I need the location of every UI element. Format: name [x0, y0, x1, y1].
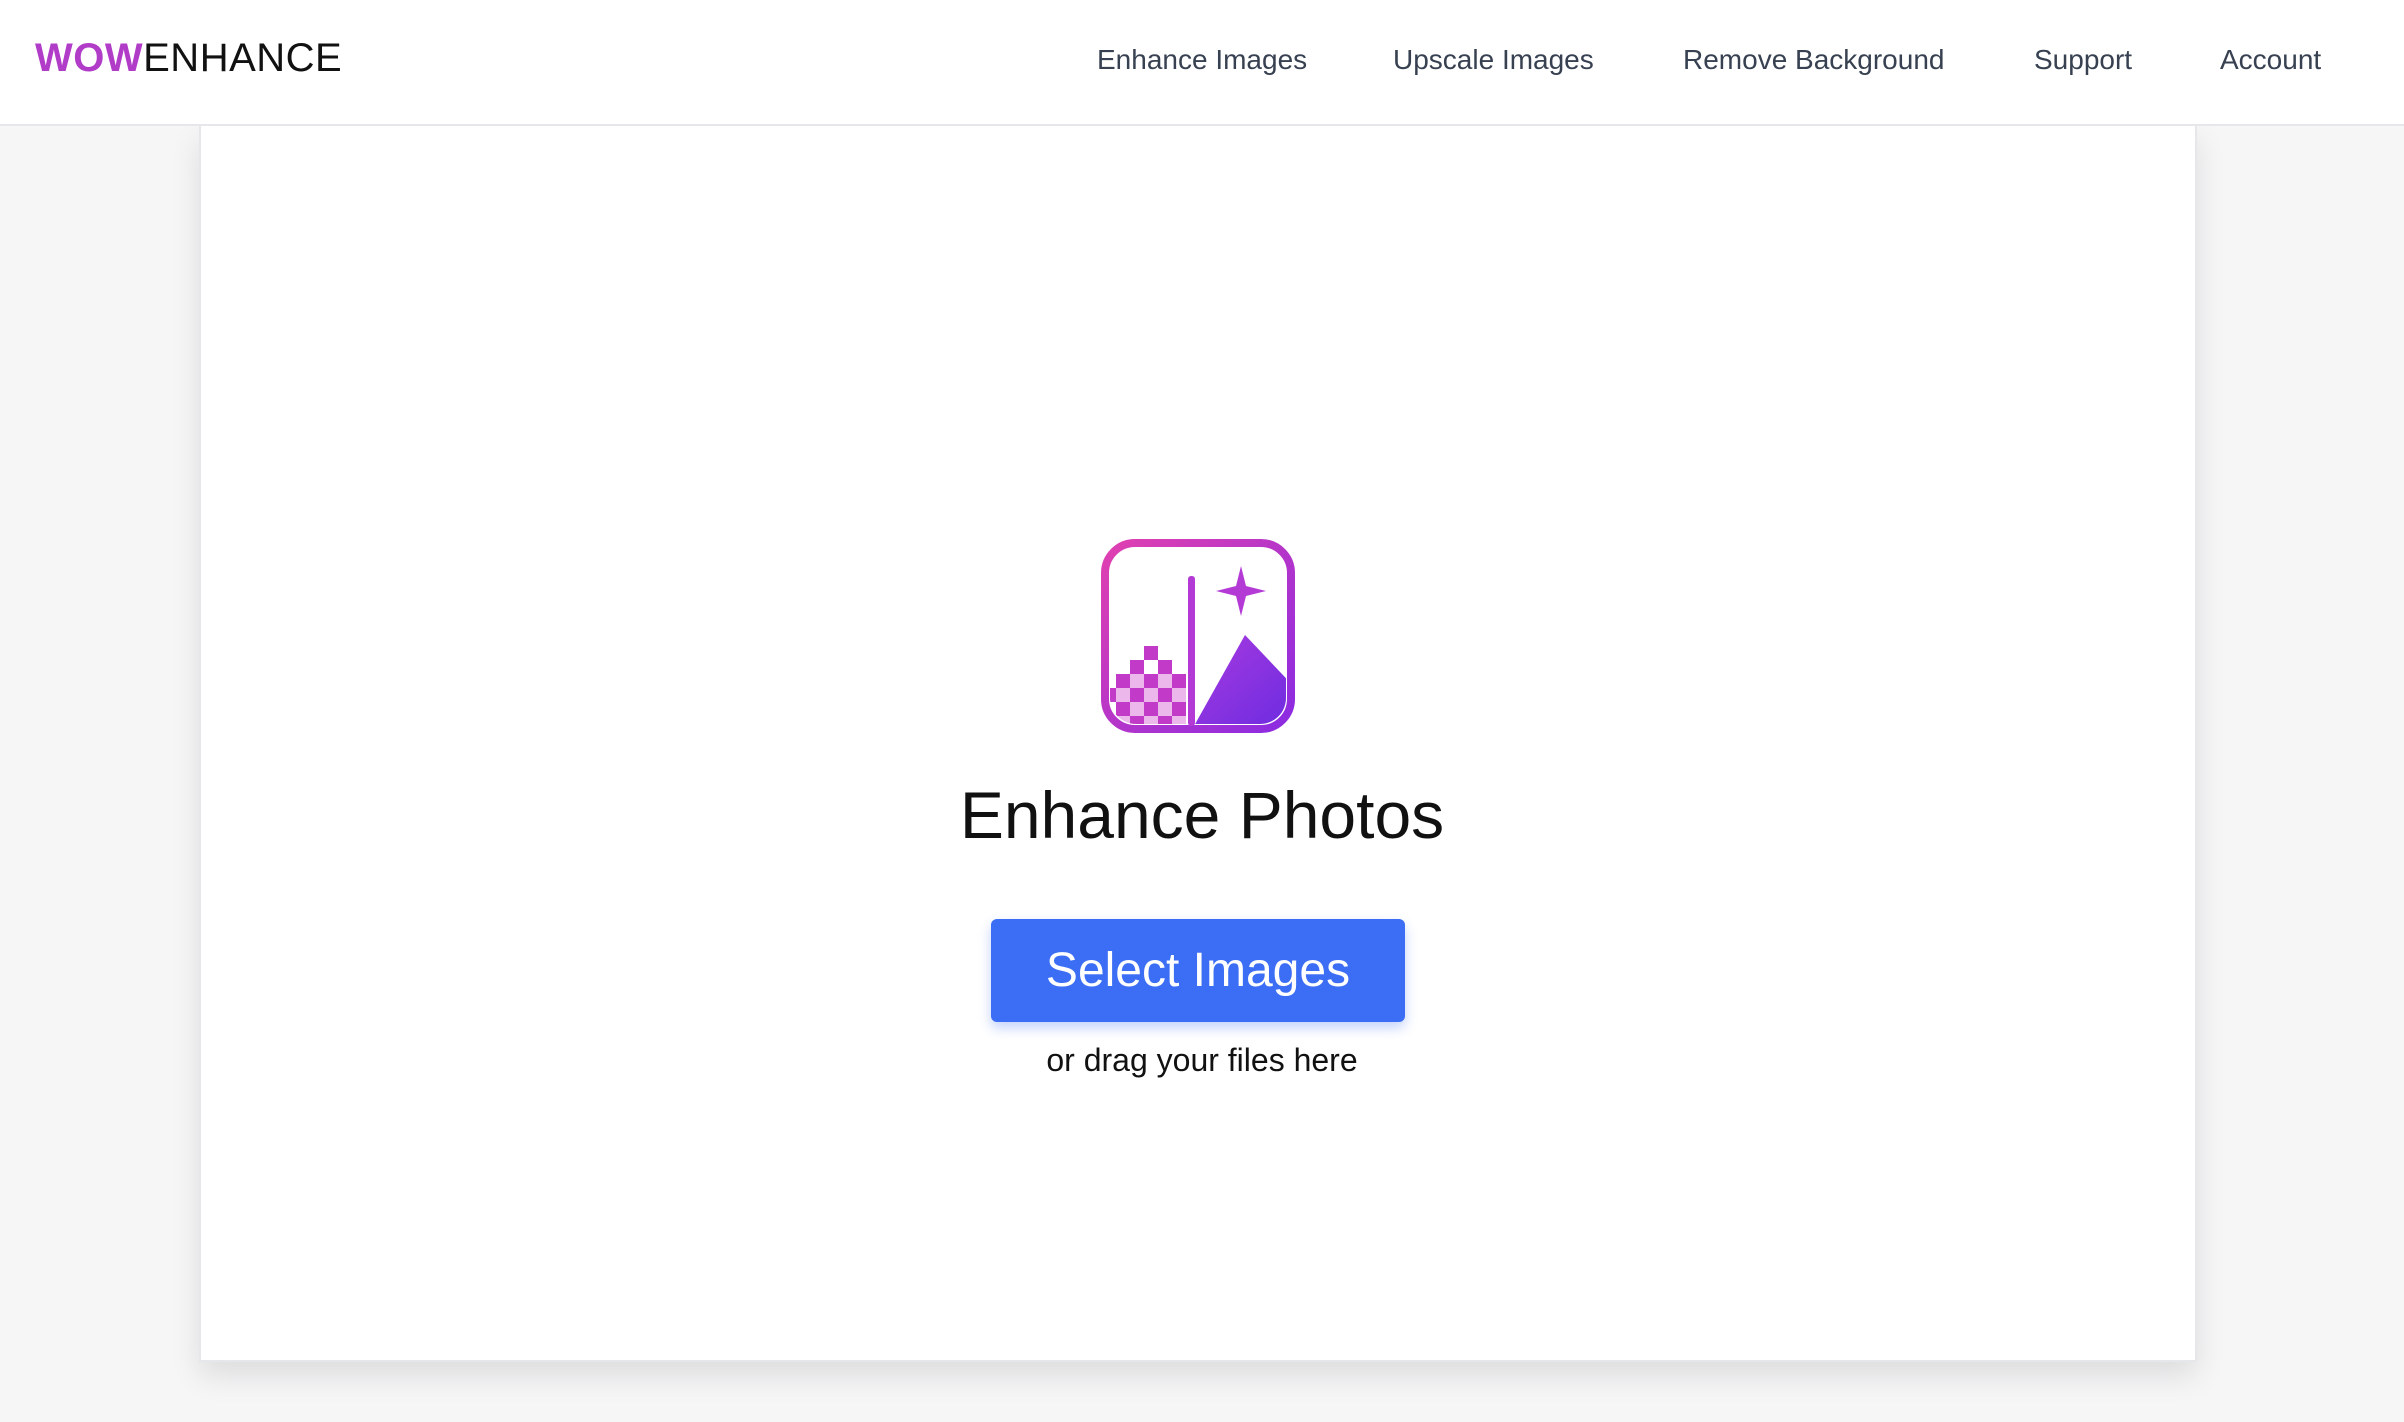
logo-enhance: ENHANCE: [143, 36, 343, 80]
top-header: WOWENHANCE Enhance Images Upscale Images…: [0, 0, 2404, 126]
nav-remove-background[interactable]: Remove Background: [1683, 40, 1944, 80]
nav-upscale-images[interactable]: Upscale Images: [1393, 40, 1594, 80]
logo-wow: WOW: [35, 36, 144, 80]
nav-account[interactable]: Account: [2220, 40, 2321, 80]
drag-hint-text: or drag your files here: [1046, 1042, 1358, 1078]
upload-dropzone[interactable]: [199, 126, 2197, 1362]
page-title: Enhance Photos: [959, 778, 1445, 852]
nav-support[interactable]: Support: [2034, 40, 2132, 80]
nav-enhance-images[interactable]: Enhance Images: [1097, 40, 1307, 80]
select-images-button[interactable]: Select Images: [991, 919, 1405, 1022]
enhance-image-icon: [1100, 538, 1296, 734]
site-logo[interactable]: WOWENHANCE: [35, 34, 342, 82]
